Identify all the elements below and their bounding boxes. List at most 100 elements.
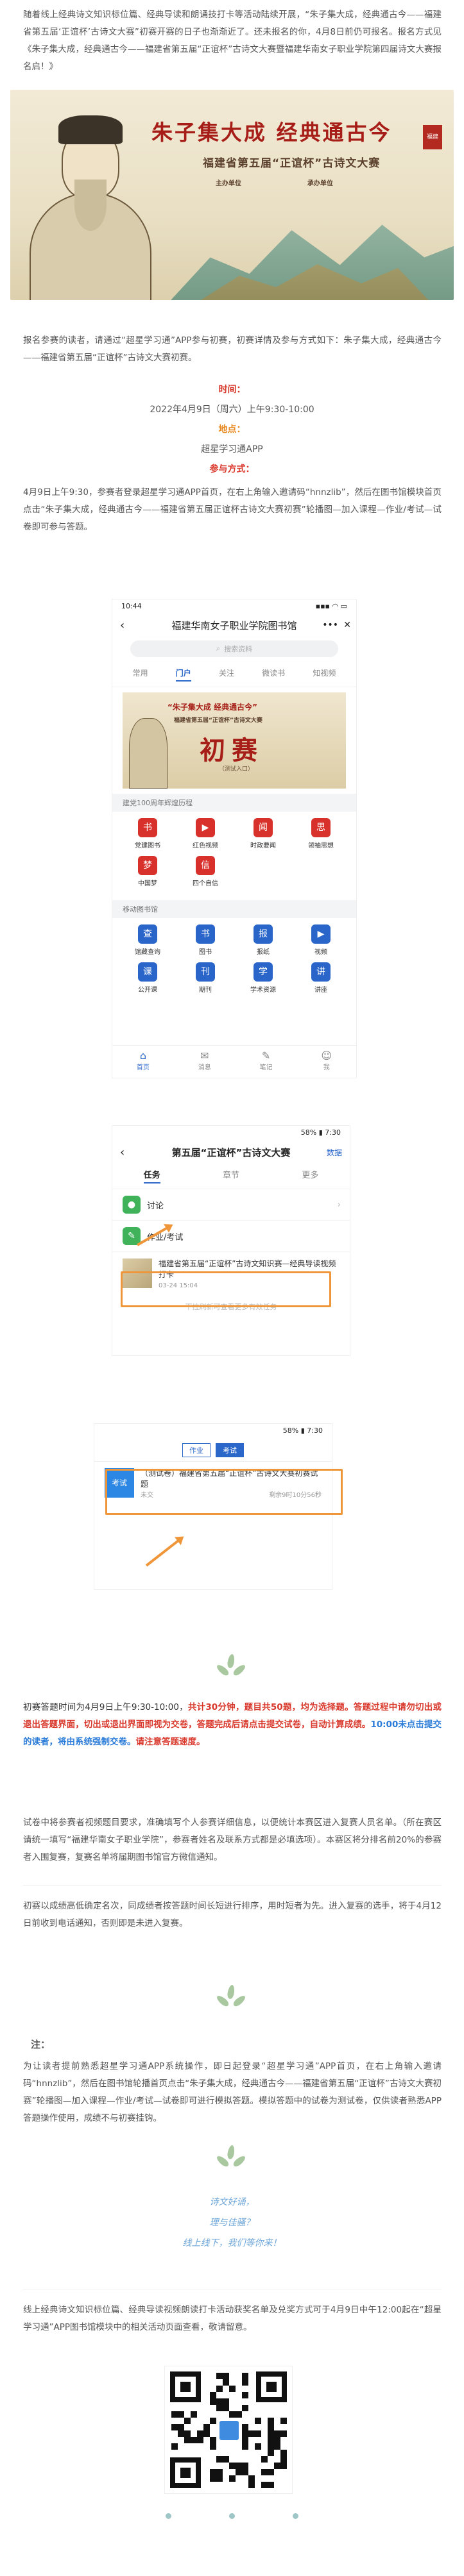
library-grid-icon: ▶ <box>311 924 331 944</box>
app-header: ‹ 福建华南女子职业学院图书馆 ••• ✕ <box>112 615 356 635</box>
tab-exam[interactable]: 考试 <box>216 1443 244 1457</box>
more-icon[interactable]: ••• <box>322 620 338 630</box>
chevron-right-icon: › <box>337 1200 341 1210</box>
seal-stamp: 福建 <box>423 125 442 149</box>
qr-code <box>164 2366 293 2494</box>
app-header-title: 福建华南女子职业学院图书馆 <box>171 619 297 631</box>
banner-organizers: 主办单位 承办单位 <box>184 180 376 188</box>
party-grid-label: 时政要闻 <box>250 842 276 849</box>
carousel-heading: 初赛 <box>200 735 264 765</box>
library-grid-icon: 报 <box>253 924 273 944</box>
note-icon: ✎ <box>261 1050 271 1062</box>
library-grid-item[interactable]: ▶ 视频 <box>292 924 350 956</box>
status-time: 10:44 <box>121 602 142 610</box>
party-grid-label: 红色视频 <box>193 842 218 849</box>
library-grid-item[interactable]: 书图书 <box>176 924 234 956</box>
user-icon: ☺ <box>321 1050 332 1062</box>
library-grid-item[interactable]: 学学术资源 <box>234 962 292 994</box>
back-icon[interactable]: ‹ <box>120 1146 125 1159</box>
party-grid-item[interactable]: 梦中国梦 <box>119 856 176 887</box>
library-grid-icon: 课 <box>138 962 157 982</box>
data-link[interactable]: 数据 <box>327 1147 342 1158</box>
poem-line-2: 理与佳骚？ <box>209 2218 255 2228</box>
party-grid-icon: 梦 <box>138 856 157 875</box>
tab-weread[interactable]: 微读书 <box>262 667 285 682</box>
intro-paragraph: 随着线上经典诗文知识标位篇、经典导读和朗诵技打卡等活动陆续开展，“朱子集大成，经… <box>23 10 442 72</box>
party-grid-item[interactable]: ▶ 红色视频 <box>176 818 234 849</box>
party-grid-item[interactable]: 思领袖思想 <box>292 818 350 849</box>
library-grid-label: 讲座 <box>314 987 327 994</box>
library-grid-label: 图书 <box>199 949 212 956</box>
tab-follow[interactable]: 关注 <box>219 667 234 682</box>
party-grid-icon: ▶ <box>196 818 215 837</box>
contest-banner: 朱子集大成 经典通古今 福建省第五届“正谊杯”古诗文大赛 主办单位 承办单位 福… <box>10 90 454 300</box>
carousel-subtitle: 福建省第五届“正谊杯”古诗文大赛 <box>174 717 262 724</box>
tab-video[interactable]: 知视频 <box>313 667 336 682</box>
library-grid-item[interactable]: 讲讲座 <box>292 962 350 994</box>
library-grid-icon: 查 <box>138 924 157 944</box>
leaf-decoration <box>212 1984 250 2017</box>
library-grid-label: 公开课 <box>138 987 157 994</box>
notice-paragraph: 报名参赛的读者，请通过“超星学习通”APP参与初赛，初赛详情及参与方式如下：朱子… <box>23 335 442 363</box>
app-logo-icon <box>218 2419 241 2442</box>
party-grid-item[interactable]: 书党建图书 <box>119 818 176 849</box>
nav-messages[interactable]: ✉ 消息 <box>198 1050 211 1071</box>
back-icon[interactable]: ‹ <box>120 619 125 632</box>
banner-title: 朱子集大成 经典通古今 <box>151 120 392 145</box>
library-grid-label: 馆藏查询 <box>135 949 160 956</box>
exam-tabs: 作业 考试 <box>94 1439 332 1462</box>
method-paragraph: 4月9日上午9:30，参赛者登录超星学习通APP首页，在右上角输入邀请码“hnn… <box>23 487 442 532</box>
rule-speed: 请注意答题速度。 <box>135 1737 205 1747</box>
library-grid-item[interactable]: 查馆藏查询 <box>119 924 176 956</box>
rule-questions: 共计30分钟，题目共50题，均为选择题。 <box>187 1702 354 1712</box>
library-grid-label: 期刊 <box>199 987 212 994</box>
library-grid-icon: 讲 <box>311 962 331 982</box>
portal-tabs: 常用 门户 关注 微读书 知视频 <box>112 662 356 687</box>
tab-tasks[interactable]: 任务 <box>143 1168 160 1183</box>
status-signal: ▪▪▪ ◠ ▭ <box>315 602 347 610</box>
closing-paragraph: 线上经典诗文知识标位篇、经典导读视频朗读打卡活动获奖名单及兑奖方式可于4月9日中… <box>23 2305 442 2332</box>
library-grid-item[interactable]: 课公开课 <box>119 962 176 994</box>
divider <box>23 1885 442 1886</box>
banner-subtitle: 福建省第五届“正谊杯”古诗文大赛 <box>203 157 381 170</box>
discussion-row[interactable]: ● 讨论 › <box>112 1189 350 1221</box>
library-grid-item[interactable]: 刊期刊 <box>176 962 234 994</box>
leaf-decoration <box>212 2145 250 2177</box>
library-grid-label: 报纸 <box>257 949 270 956</box>
contest-carousel[interactable]: “朱子集大成 经典通古今” 福建省第五届“正谊杯”古诗文大赛 初赛 （测试入口） <box>123 692 346 789</box>
course-title: 第五届“正谊杯”古诗文大赛 <box>171 1146 291 1158</box>
homework-exam-row[interactable]: ✎ 作业/考试 <box>112 1221 350 1252</box>
section-party-history: 建党100周年辉煌历程 <box>112 794 356 812</box>
search-input[interactable]: ⌕ 搜索资料 <box>130 640 338 657</box>
sage-thumbnail <box>129 718 168 789</box>
rules-paragraph-2: 试卷中将参赛者视频题目要求，准确填写个人参赛详细信息，以便统计本赛区进入复赛人员… <box>23 1818 442 1862</box>
dot-decoration <box>0 2513 464 2519</box>
carousel-title: “朱子集大成 经典通古今” <box>168 703 257 712</box>
tab-common[interactable]: 常用 <box>133 667 148 682</box>
party-grid-item[interactable]: 闻时政要闻 <box>234 818 292 849</box>
time-label: 时间： <box>218 385 246 395</box>
party-grid-icon: 思 <box>311 818 331 837</box>
nav-notes[interactable]: ✎ 笔记 <box>260 1050 273 1071</box>
status-bar: 58% ▮ 7:30 <box>112 1126 350 1141</box>
tab-portal[interactable]: 门户 <box>175 667 191 682</box>
party-grid-item[interactable]: 信四个自信 <box>176 856 234 887</box>
library-grid-item[interactable]: 报报纸 <box>234 924 292 956</box>
tab-more[interactable]: 更多 <box>302 1168 318 1183</box>
nav-messages-label: 消息 <box>198 1064 211 1071</box>
rules-paragraph: 初赛答题时间为4月9日上午9:30-10:00，共计30分钟，题目共50题，均为… <box>23 1699 442 1751</box>
message-icon: ✉ <box>200 1050 209 1062</box>
poem-line-3: 线上线下，我们等你来！ <box>182 2238 282 2248</box>
nav-me[interactable]: ☺ 我 <box>321 1050 332 1071</box>
tab-chapters[interactable]: 章节 <box>223 1168 239 1183</box>
discussion-label: 讨论 <box>147 1201 164 1211</box>
nav-home[interactable]: ⌂ 首页 <box>137 1050 150 1071</box>
library-grid-icon: 书 <box>196 924 215 944</box>
article-page: 随着线上经典诗文知识标位篇、经典导读和朗诵技打卡等活动陆续开展，“朱子集大成，经… <box>0 0 464 2576</box>
status-battery: 58% ▮ 7:30 <box>282 1426 323 1435</box>
close-icon[interactable]: ✕ <box>343 620 351 630</box>
tab-homework[interactable]: 作业 <box>182 1443 211 1457</box>
library-grid-icon: 学 <box>253 962 273 982</box>
discussion-icon: ● <box>123 1196 141 1214</box>
party-history-grid: 书党建图书 ▶ 红色视频 闻时政要闻思领袖思想梦中国梦信四个自信 <box>112 812 356 900</box>
